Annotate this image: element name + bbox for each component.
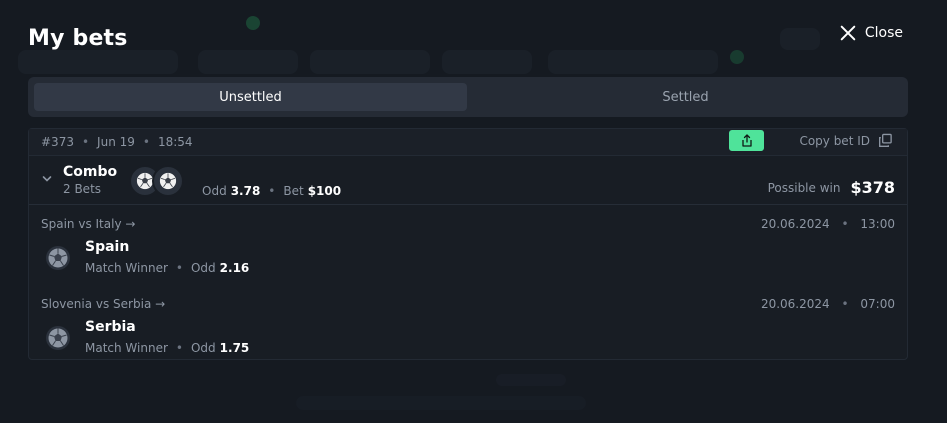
bets-count: 2 Bets (63, 182, 102, 196)
close-icon (840, 25, 856, 41)
share-button[interactable] (729, 130, 764, 151)
match-link[interactable]: Spain vs Italy → (41, 217, 135, 231)
bet-card: #373 • Jun 19 • 18:54 Copy bet ID Combo … (28, 128, 908, 360)
tab-settled[interactable]: Settled (469, 83, 902, 111)
combo-label: Combo (63, 164, 118, 180)
soccer-ball-icon (159, 172, 177, 190)
match-datetime: 20.06.2024 • 07:00 (761, 297, 895, 311)
stake-value: $100 (307, 184, 342, 198)
possible-win: Possible win $378 (768, 178, 895, 197)
page-title: My bets (28, 26, 128, 51)
copy-icon (879, 133, 892, 147)
close-label: Close (864, 25, 903, 41)
bet-leg: Spain vs Italy → 20.06.2024 • 13:00 Spai… (29, 205, 907, 285)
combo-summary-row[interactable]: Combo 2 Bets Odd 3.78 • Bet $100 Possibl… (29, 156, 907, 205)
separator-dot: • (841, 297, 849, 311)
soccer-ball-icon (46, 326, 70, 350)
separator-dot: • (841, 217, 849, 231)
separator-dot: • (175, 341, 183, 355)
bet-card-header: #373 • Jun 19 • 18:54 Copy bet ID (29, 129, 907, 156)
match-time: 13:00 (860, 217, 895, 231)
close-button[interactable]: Close (839, 24, 903, 42)
market-info: Match Winner • Odd 1.75 (85, 341, 249, 355)
tab-unsettled[interactable]: Unsettled (34, 83, 467, 111)
match-date: 20.06.2024 (760, 217, 830, 231)
combo-odd-value: 3.78 (230, 184, 261, 198)
possible-win-amount: $378 (850, 178, 895, 197)
combo-odd-stake: Odd 3.78 • Bet $100 (202, 184, 341, 198)
match-datetime: 20.06.2024 • 13:00 (761, 217, 895, 231)
chevron-down-icon[interactable] (42, 174, 52, 184)
separator-dot: • (81, 135, 90, 149)
team-badge (152, 165, 184, 197)
market-name: Match Winner (85, 341, 168, 355)
bet-time: 18:54 (157, 135, 193, 149)
separator-dot: • (175, 261, 183, 275)
odd-label: Odd (202, 184, 227, 198)
team-icons (129, 165, 184, 197)
leg-odd-value: 1.75 (219, 341, 250, 355)
copy-bet-id-button[interactable]: Copy bet ID (799, 133, 893, 148)
share-icon (741, 134, 752, 147)
match-time: 07:00 (860, 297, 895, 311)
selected-team: Spain (85, 239, 130, 255)
separator-dot: • (142, 135, 150, 149)
copy-bet-id-label: Copy bet ID (799, 133, 870, 148)
market-info: Match Winner • Odd 2.16 (85, 261, 249, 275)
bet-date: Jun 19 (97, 135, 135, 149)
match-link[interactable]: Slovenia vs Serbia → (41, 297, 165, 311)
bet-leg: Slovenia vs Serbia → 20.06.2024 • 07:00 … (29, 285, 907, 365)
market-name: Match Winner (85, 261, 168, 275)
soccer-ball-icon (46, 246, 70, 270)
separator-dot: • (268, 184, 276, 198)
bet-label: Bet (283, 184, 304, 198)
odd-label: Odd (190, 261, 216, 275)
bet-id: #373 (41, 135, 74, 149)
match-date: 20.06.2024 (760, 297, 830, 311)
odd-label: Odd (190, 341, 216, 355)
possible-win-label: Possible win (767, 180, 841, 195)
bets-tabs: Unsettled Settled (28, 77, 908, 117)
leg-odd-value: 2.16 (219, 261, 250, 275)
selected-team: Serbia (85, 319, 136, 335)
